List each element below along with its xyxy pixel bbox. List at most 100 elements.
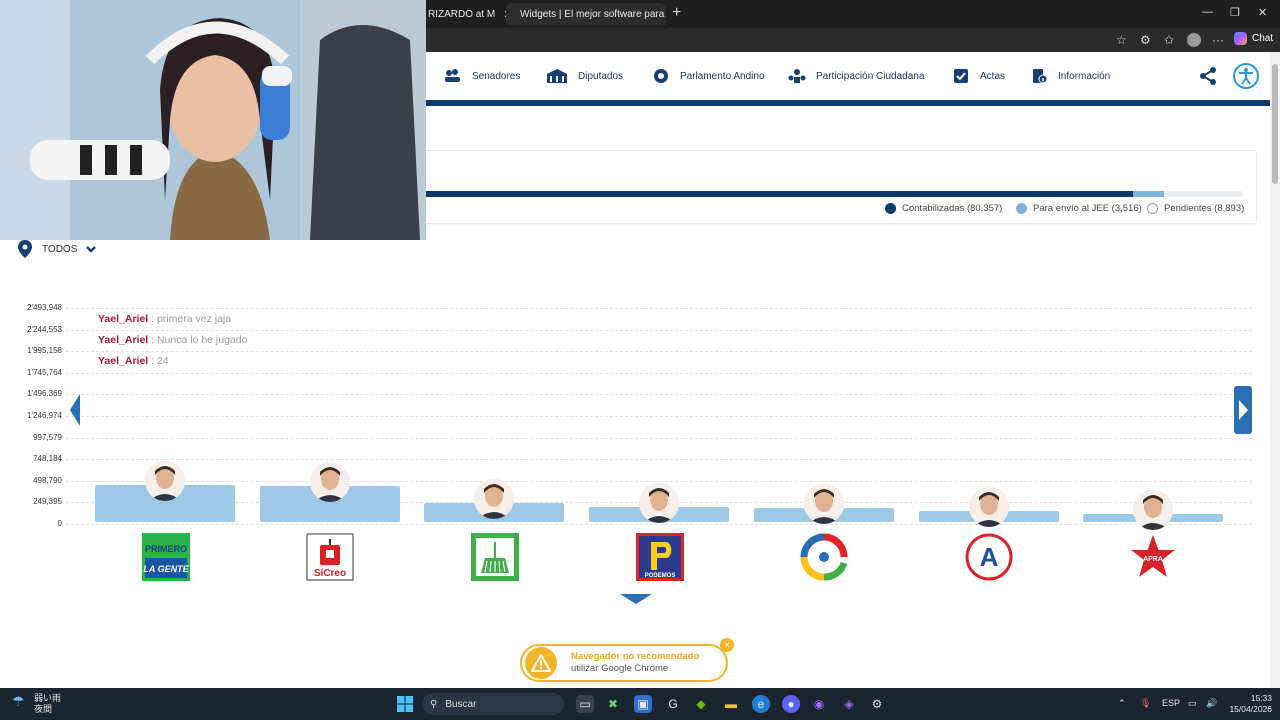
- task-view-icon[interactable]: ▭: [576, 695, 594, 713]
- y-axis-tick-label: 748,184: [33, 454, 62, 464]
- share-icon[interactable]: [1198, 66, 1218, 86]
- copilot-chat-button[interactable]: Chat: [1234, 32, 1273, 45]
- taskbar-search[interactable]: ⚲ Buscar: [422, 693, 564, 715]
- region-filter[interactable]: TODOS: [18, 240, 97, 258]
- nav-label: Diputados: [578, 70, 624, 82]
- edge-browser-icon[interactable]: e: [752, 695, 770, 713]
- chevron-down-icon: [86, 246, 97, 253]
- browser-tab-widgets[interactable]: Widgets | El mejor software para p ✕: [506, 3, 666, 25]
- chat-text: 24: [156, 355, 169, 367]
- nav-diputados[interactable]: Diputados: [546, 68, 623, 84]
- new-tab-button[interactable]: +: [672, 4, 681, 22]
- legend-contabilizadas: Contabilizadas (80,357): [885, 203, 1002, 214]
- tab-title: Widgets | El mejor software para p: [520, 8, 666, 20]
- chart-gridline: [66, 351, 1252, 353]
- nav-participacion-ciudadana[interactable]: Participación Ciudadana: [788, 68, 924, 84]
- carousel-prev-arrow[interactable]: [70, 394, 80, 426]
- chart-gridline: [66, 437, 1252, 439]
- location-pin-icon: [18, 240, 32, 258]
- candidate-photo[interactable]: [1133, 489, 1174, 530]
- scrollbar-thumb[interactable]: [1272, 64, 1278, 184]
- copilot-icon: [1234, 32, 1247, 45]
- weather-widget[interactable]: ☂ 弱い雨 夜間: [12, 693, 61, 715]
- close-window-icon[interactable]: ✕: [1258, 6, 1267, 19]
- store-icon[interactable]: ▣: [634, 695, 652, 713]
- xbox-icon[interactable]: ✖: [604, 695, 622, 713]
- file-explorer-icon[interactable]: ▬: [722, 695, 740, 713]
- acts-progress-bar: [421, 191, 1243, 197]
- nvidia-icon[interactable]: ◆: [692, 695, 710, 713]
- discord-icon[interactable]: ●: [782, 695, 800, 713]
- chart-gridline: [66, 372, 1252, 374]
- legend-para-envio-jee: Para envío al JEE (3,516): [1016, 203, 1142, 214]
- info-document-icon: [1030, 68, 1048, 84]
- obs-icon[interactable]: ◉: [810, 695, 828, 713]
- nav-senadores[interactable]: Senadores: [444, 68, 520, 84]
- app-icon[interactable]: G: [664, 695, 682, 713]
- party-logo-broom[interactable]: [471, 533, 519, 581]
- search-icon: ⚲: [430, 698, 438, 710]
- volume-icon[interactable]: 🔊: [1206, 698, 1217, 709]
- progress-para-envio-jee: [1133, 191, 1165, 197]
- chat-username: Yael_Ariel: [98, 313, 149, 325]
- network-icon[interactable]: ▭: [1188, 698, 1197, 709]
- y-axis-tick-label: 0: [57, 519, 62, 528]
- legend-label: Contabilizadas (80,357): [902, 203, 1003, 214]
- chat-separator: :: [151, 355, 155, 367]
- carousel-next-button[interactable]: [1234, 386, 1252, 434]
- system-clock[interactable]: 15:33 15/04/2026: [1226, 693, 1272, 715]
- clock-date: 15/04/2026: [1229, 704, 1272, 714]
- chat-username: Yael_Ariel: [98, 355, 149, 367]
- party-logo-sicreo[interactable]: SíCreo: [306, 533, 354, 581]
- browser-tab-rizardo[interactable]: RIZARDO at M ✕: [420, 3, 506, 25]
- tab-title: RIZARDO at M: [428, 8, 496, 20]
- chat-label: Chat: [1252, 33, 1274, 44]
- toast-close-button[interactable]: ×: [720, 638, 734, 652]
- party-logo-primero-la-gente[interactable]: PRIMERO LA GENTE: [142, 533, 190, 581]
- chat-text: primera vez jaja: [156, 313, 232, 325]
- candidate-photo[interactable]: [309, 461, 350, 502]
- candidate-photo[interactable]: [968, 487, 1009, 528]
- party-logo-podemos[interactable]: PODEMOS: [636, 533, 684, 581]
- logo-text: A: [980, 542, 999, 572]
- nav-parlamento-andino[interactable]: Parlamento Andino: [652, 68, 765, 84]
- windows-start-icon[interactable]: [396, 695, 414, 713]
- minimize-icon[interactable]: —: [1202, 6, 1213, 18]
- streamlabs-icon[interactable]: ◈: [840, 695, 858, 713]
- legend-label: Pendientes (8,893): [1164, 203, 1245, 214]
- candidate-photo[interactable]: [639, 482, 680, 523]
- page-scrollbar[interactable]: [1270, 52, 1280, 688]
- language-indicator[interactable]: ESP: [1162, 698, 1180, 708]
- party-logo-circle-c[interactable]: [800, 533, 848, 581]
- chat-message: Yael_Ariel : primera vez jaja: [98, 313, 231, 325]
- nav-label: Participación Ciudadana: [816, 70, 925, 82]
- party-logo-star[interactable]: APRA: [1129, 533, 1177, 581]
- tray-expand-icon[interactable]: ⌃: [1118, 698, 1126, 709]
- microphone-icon[interactable]: 🎙: [1140, 698, 1151, 709]
- chart-gridline: [66, 394, 1252, 396]
- chart-gridline: [66, 416, 1252, 417]
- y-axis-tick-label: 249,395: [33, 497, 62, 507]
- candidate-photo[interactable]: [145, 460, 185, 501]
- nav-label: Parlamento Andino: [680, 70, 765, 82]
- legend-dot-icon: [1147, 203, 1158, 214]
- profile-avatar[interactable]: [1187, 33, 1201, 47]
- steam-icon[interactable]: ⚙: [868, 695, 886, 713]
- party-logo-a[interactable]: A: [965, 533, 1013, 581]
- candidate-photo[interactable]: [474, 478, 515, 519]
- accessibility-icon[interactable]: [1232, 62, 1260, 90]
- chart-gridline: [66, 459, 1252, 461]
- favorites-icon[interactable]: ✩: [1164, 33, 1174, 47]
- logo-text: SíCreo: [314, 568, 346, 579]
- selected-party-indicator: [620, 594, 652, 604]
- nav-actas[interactable]: Actas: [952, 68, 1005, 84]
- more-menu-icon[interactable]: ···: [1212, 33, 1224, 47]
- nav-informacion[interactable]: Información: [1030, 68, 1110, 84]
- favorite-star-icon[interactable]: ☆: [1116, 33, 1127, 47]
- restore-icon[interactable]: ❐: [1230, 6, 1240, 19]
- candidate-photo[interactable]: [803, 483, 844, 524]
- nav-label: Información: [1058, 70, 1111, 82]
- extensions-icon[interactable]: ⚙: [1140, 33, 1151, 47]
- webcam-video-image: [0, 0, 426, 240]
- logo-text: PRIMERO: [145, 544, 187, 554]
